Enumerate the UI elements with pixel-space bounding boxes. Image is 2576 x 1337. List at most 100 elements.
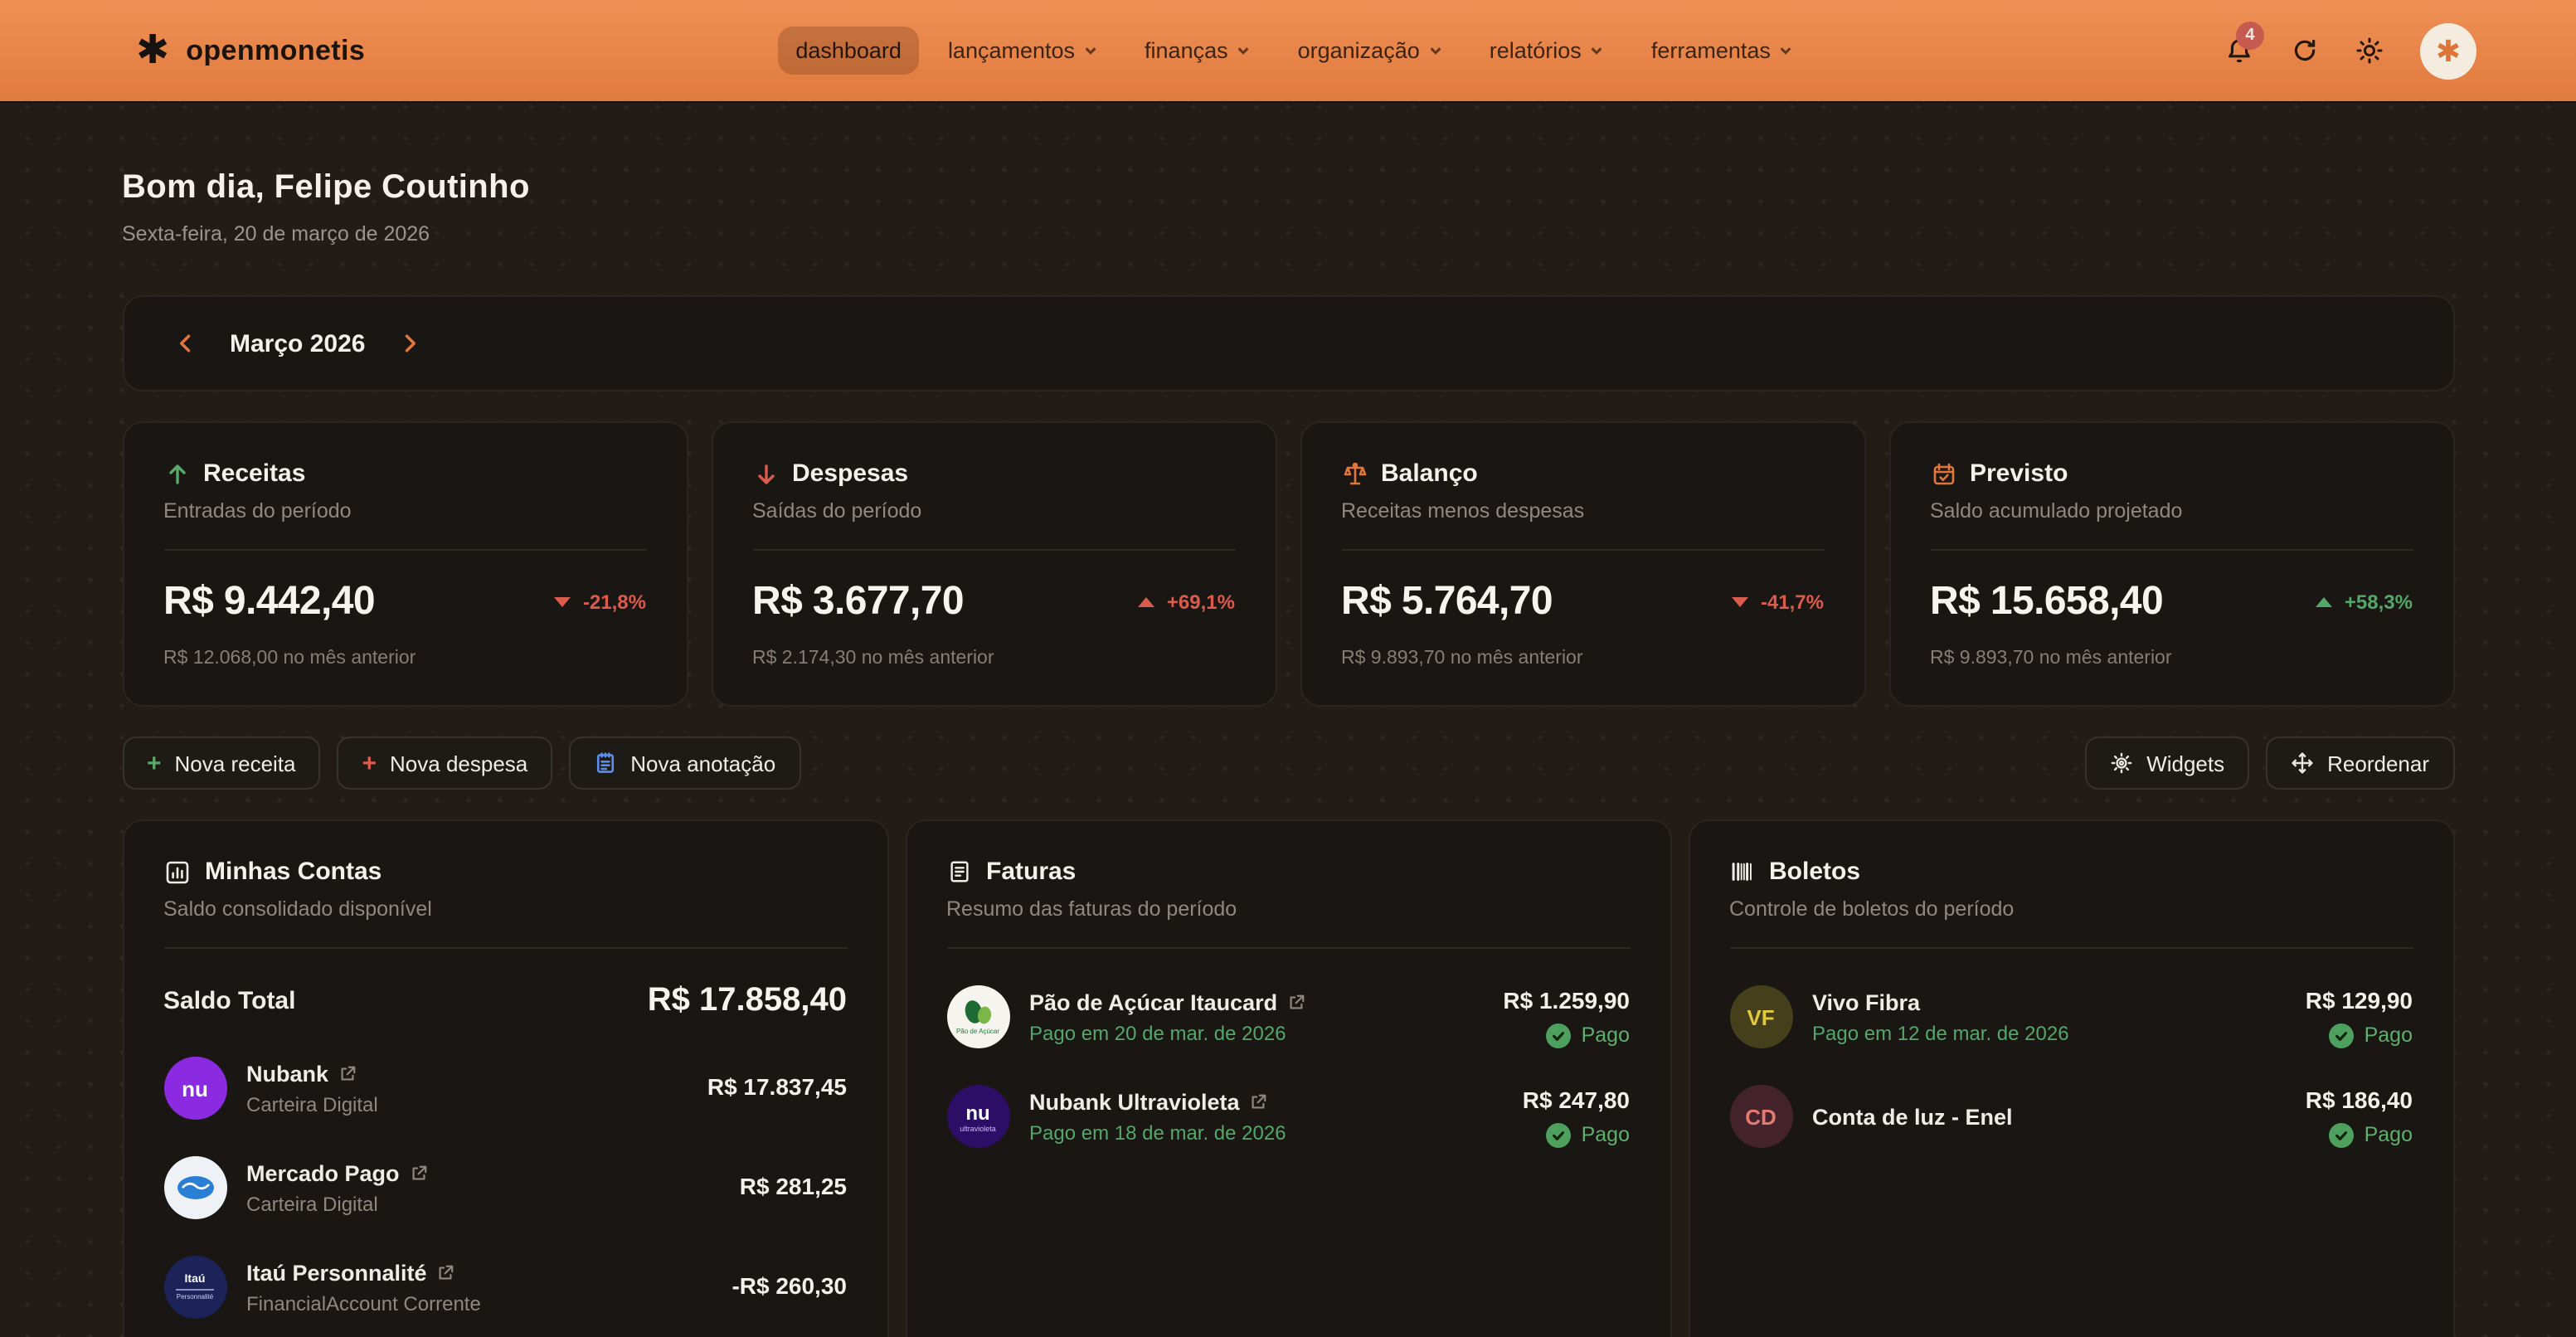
invoices-widget: Faturas Resumo das faturas do período Pã… bbox=[905, 819, 1671, 1337]
theme-toggle-button[interactable] bbox=[2355, 36, 2384, 65]
header-actions: 4 ✱ bbox=[2224, 22, 2476, 79]
arrow-down-icon bbox=[752, 460, 779, 487]
bills-widget: Boletos Controle de boletos do período V… bbox=[1688, 819, 2454, 1337]
stat-footnote: R$ 9.893,70 no mês anterior bbox=[1341, 649, 1824, 668]
check-circle-icon bbox=[1547, 1023, 1572, 1048]
calendar-check-icon bbox=[1930, 460, 1956, 487]
stat-delta: +69,1% bbox=[1139, 591, 1235, 614]
chevron-down-icon bbox=[1428, 43, 1443, 58]
stat-footnote: R$ 12.068,00 no mês anterior bbox=[163, 649, 646, 668]
stat-delta: +58,3% bbox=[2316, 591, 2413, 614]
itau-logo: ItaúPersonnalité bbox=[163, 1256, 226, 1319]
account-row: nu Nubank Carteira Digital R$ 17.837,45 bbox=[163, 1057, 847, 1120]
triangle-up-icon bbox=[2316, 597, 2333, 607]
stat-card-previsto: Previsto Saldo acumulado projetado R$ 15… bbox=[1888, 421, 2454, 707]
nubank-logo: nu bbox=[163, 1057, 226, 1120]
greeting-section: Bom dia, Felipe Coutinho Sexta-feira, 20… bbox=[122, 103, 2454, 246]
app-header: ✱ openmonetis dashboard lançamentos fina… bbox=[0, 0, 2576, 103]
brand-name: openmonetis bbox=[186, 34, 365, 67]
stat-footnote: R$ 2.174,30 no mês anterior bbox=[752, 649, 1235, 668]
external-link-icon[interactable] bbox=[1287, 993, 1305, 1011]
mercado-pago-logo bbox=[163, 1156, 226, 1219]
invoice-name: Nubank Ultravioleta bbox=[1029, 1089, 1240, 1114]
divider bbox=[1341, 549, 1824, 551]
bill-row: CD Conta de luz - Enel R$ 186,40 Pago bbox=[1729, 1085, 2413, 1148]
status-badge: Pago bbox=[1523, 1122, 1630, 1147]
stat-card-despesas: Despesas Saídas do período R$ 3.677,70 +… bbox=[711, 421, 1276, 707]
invoice-row: nuultravioleta Nubank Ultravioleta Pago … bbox=[946, 1085, 1630, 1148]
external-link-icon[interactable] bbox=[437, 1263, 455, 1281]
prev-month-button[interactable] bbox=[173, 332, 197, 355]
barcode-icon bbox=[1729, 859, 1754, 884]
widget-subtitle: Saldo consolidado disponível bbox=[163, 897, 847, 921]
refresh-button[interactable] bbox=[2291, 36, 2319, 65]
stat-value: R$ 5.764,70 bbox=[1341, 579, 1553, 625]
nav-dashboard[interactable]: dashboard bbox=[777, 27, 920, 75]
main-nav: dashboard lançamentos finanças organizaç… bbox=[777, 27, 1812, 75]
brand: ✱ openmonetis bbox=[136, 31, 365, 70]
move-icon bbox=[2291, 751, 2314, 775]
account-row: ItaúPersonnalité Itaú Personnalité Finan… bbox=[163, 1256, 847, 1319]
nav-ferramentas[interactable]: ferramentas bbox=[1633, 27, 1812, 75]
next-month-button[interactable] bbox=[398, 332, 421, 355]
bill-paid-date: Pago em 12 de mar. de 2026 bbox=[1812, 1021, 2286, 1044]
account-name: Nubank bbox=[246, 1061, 328, 1086]
month-selector: Março 2026 bbox=[122, 295, 2454, 391]
external-link-icon[interactable] bbox=[338, 1064, 357, 1082]
nav-financas[interactable]: finanças bbox=[1126, 27, 1270, 75]
total-balance-value: R$ 17.858,40 bbox=[648, 982, 847, 1020]
widgets-button[interactable]: Widgets bbox=[2085, 737, 2249, 790]
stat-value: R$ 3.677,70 bbox=[752, 579, 964, 625]
reorder-button[interactable]: Reordenar bbox=[2266, 737, 2454, 790]
notifications-button[interactable]: 4 bbox=[2224, 36, 2254, 66]
stat-title: Previsto bbox=[1970, 459, 2068, 488]
scale-icon bbox=[1341, 460, 1368, 487]
stat-cards: Receitas Entradas do período R$ 9.442,40… bbox=[122, 421, 2454, 707]
arrow-up-icon bbox=[163, 460, 190, 487]
chevron-left-icon bbox=[173, 332, 197, 355]
stat-subtitle: Entradas do período bbox=[163, 499, 646, 523]
total-balance-row: Saldo Total R$ 17.858,40 bbox=[163, 982, 847, 1020]
account-balance: -R$ 260,30 bbox=[731, 1272, 847, 1299]
account-type: Carteira Digital bbox=[246, 1092, 688, 1116]
user-avatar[interactable]: ✱ bbox=[2420, 22, 2476, 79]
triangle-down-icon bbox=[555, 597, 571, 607]
account-balance: R$ 17.837,45 bbox=[707, 1073, 847, 1100]
external-link-icon[interactable] bbox=[1250, 1092, 1268, 1111]
check-circle-icon bbox=[2330, 1122, 2355, 1147]
check-circle-icon bbox=[2330, 1023, 2355, 1048]
nav-organizacao[interactable]: organização bbox=[1280, 27, 1461, 75]
invoice-name: Pão de Açúcar Itaucard bbox=[1029, 989, 1277, 1014]
new-note-button[interactable]: Nova anotação bbox=[569, 737, 800, 790]
external-link-icon[interactable] bbox=[410, 1164, 428, 1182]
chevron-down-icon bbox=[1237, 43, 1252, 58]
account-type: FinancialAccount Corrente bbox=[246, 1291, 712, 1315]
widgets-grid: Minhas Contas Saldo consolidado disponív… bbox=[122, 819, 2454, 1337]
gear-icon bbox=[2110, 751, 2133, 775]
invoice-amount: R$ 247,80 bbox=[1523, 1086, 1630, 1112]
check-circle-icon bbox=[1547, 1122, 1572, 1147]
viewport: ✱ openmonetis dashboard lançamentos fina… bbox=[0, 0, 2576, 1337]
account-type: Carteira Digital bbox=[246, 1192, 720, 1215]
divider bbox=[752, 549, 1235, 551]
bill-amount: R$ 186,40 bbox=[2306, 1086, 2413, 1112]
notification-badge: 4 bbox=[2236, 21, 2264, 49]
new-income-button[interactable]: +Nova receita bbox=[122, 737, 321, 790]
new-expense-button[interactable]: +Nova despesa bbox=[338, 737, 553, 790]
nav-relatorios[interactable]: relatórios bbox=[1471, 27, 1623, 75]
widget-subtitle: Resumo das faturas do período bbox=[946, 897, 1630, 921]
widget-subtitle: Controle de boletos do período bbox=[1729, 897, 2413, 921]
divider bbox=[1729, 947, 2413, 949]
status-badge: Pago bbox=[2306, 1023, 2413, 1048]
triangle-down-icon bbox=[1733, 597, 1749, 607]
stat-subtitle: Saídas do período bbox=[752, 499, 1235, 523]
account-name: Mercado Pago bbox=[246, 1160, 400, 1185]
stat-value: R$ 9.442,40 bbox=[163, 579, 375, 625]
page-title: Bom dia, Felipe Coutinho bbox=[122, 169, 2454, 207]
status-badge: Pago bbox=[1503, 1023, 1630, 1048]
nav-lancamentos[interactable]: lançamentos bbox=[930, 27, 1116, 75]
widget-title: Minhas Contas bbox=[205, 858, 382, 886]
chevron-down-icon bbox=[1083, 43, 1098, 58]
receipt-icon bbox=[946, 859, 971, 884]
plus-icon: + bbox=[147, 751, 162, 775]
